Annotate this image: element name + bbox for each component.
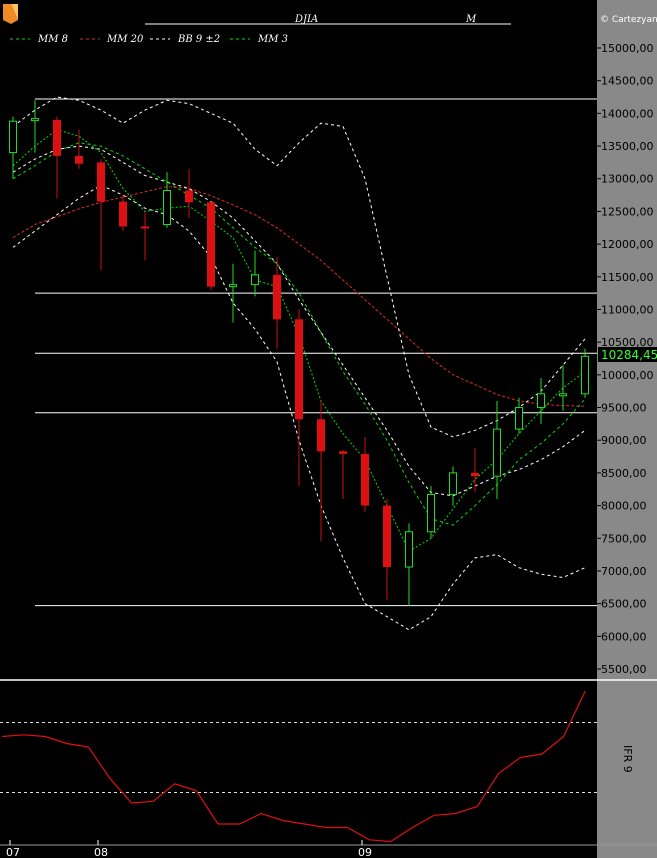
y-tick-label-19: 5500,00 <box>601 663 647 676</box>
candle-body-5 <box>119 201 127 227</box>
y-tick-label-0: 15000,00 <box>601 42 654 55</box>
candle-body-22 <box>493 428 501 477</box>
candle-body-25 <box>559 393 567 397</box>
legend-mm8: MM 8 <box>37 34 68 45</box>
y-tick-label-15: 7500,00 <box>601 532 647 545</box>
y-tick-label-11: 9500,00 <box>601 402 647 415</box>
candle-body-21 <box>471 472 479 477</box>
y-tick-label-4: 13000,00 <box>601 173 654 186</box>
y-tick-label-5: 12500,00 <box>601 205 654 218</box>
logo-icon <box>3 4 18 24</box>
oscillator-panel <box>0 690 597 843</box>
candle-body-8 <box>185 190 193 203</box>
chart-period: M <box>465 14 477 25</box>
horizontal-lines <box>35 98 597 607</box>
legend: MM 8 MM 20 BB 9 ±2 MM 3 <box>10 34 288 45</box>
y-tick-label-8: 11000,00 <box>601 303 654 316</box>
candle-body-20 <box>449 472 457 495</box>
oscillator-label: IFR 9 <box>621 745 634 773</box>
y-tick-label-18: 6000,00 <box>601 630 647 643</box>
candle-body-1 <box>31 118 39 122</box>
candle-body-12 <box>273 274 281 320</box>
candle-body-4 <box>97 162 105 202</box>
y-tick-label-1: 14500,00 <box>601 75 654 88</box>
y-tick-label-12: 9000,00 <box>601 434 647 447</box>
y-tick-label-13: 8500,00 <box>601 467 647 480</box>
legend-mm20: MM 20 <box>106 34 144 45</box>
y-tick-label-3: 13500,00 <box>601 140 654 153</box>
y-tick-label-17: 6500,00 <box>601 598 647 611</box>
watermark: © Cartezyan <box>600 15 657 25</box>
y-tick-label-14: 8000,00 <box>601 500 647 513</box>
candle-body-0 <box>9 120 17 154</box>
candle-body-6 <box>141 226 149 229</box>
chart-title: DJIA <box>294 14 318 25</box>
x-tick-label-2: 09 <box>358 846 372 858</box>
x-axis-ticks: 07 08 09 <box>6 840 372 858</box>
last-price-label: 10284,45 <box>601 348 657 362</box>
price-axis-panel <box>597 0 657 858</box>
candle-body-3 <box>75 155 83 164</box>
chart-canvas: DJIA M © Cartezyan MM 8 MM 20 BB 9 ±2 MM… <box>0 0 657 858</box>
y-tick-label-16: 7000,00 <box>601 565 647 578</box>
candle-body-11 <box>251 274 259 286</box>
candle-body-16 <box>361 453 369 506</box>
candle-body-15 <box>339 451 347 454</box>
candle-body-7 <box>163 190 171 225</box>
candle-body-17 <box>383 505 391 568</box>
series-ifr9 <box>1 690 586 843</box>
candle-body-24 <box>537 393 545 409</box>
candle-body-19 <box>427 493 435 533</box>
candle-body-26 <box>581 355 589 395</box>
legend-mm3: MM 3 <box>257 34 288 45</box>
y-tick-label-10: 10000,00 <box>601 369 654 382</box>
candle-body-23 <box>515 407 523 430</box>
candle-body-14 <box>317 419 325 452</box>
y-tick-label-7: 11500,00 <box>601 271 654 284</box>
legend-bb: BB 9 ±2 <box>177 34 220 45</box>
candle-body-13 <box>295 319 303 420</box>
x-tick-label-1: 08 <box>94 846 108 858</box>
candle-body-10 <box>229 284 237 288</box>
y-tick-label-6: 12000,00 <box>601 238 654 251</box>
x-tick-label-0: 07 <box>6 846 20 858</box>
candle-body-9 <box>207 202 215 287</box>
candle-body-2 <box>53 119 61 156</box>
candle-body-18 <box>405 531 413 568</box>
y-tick-label-2: 14000,00 <box>601 107 654 120</box>
